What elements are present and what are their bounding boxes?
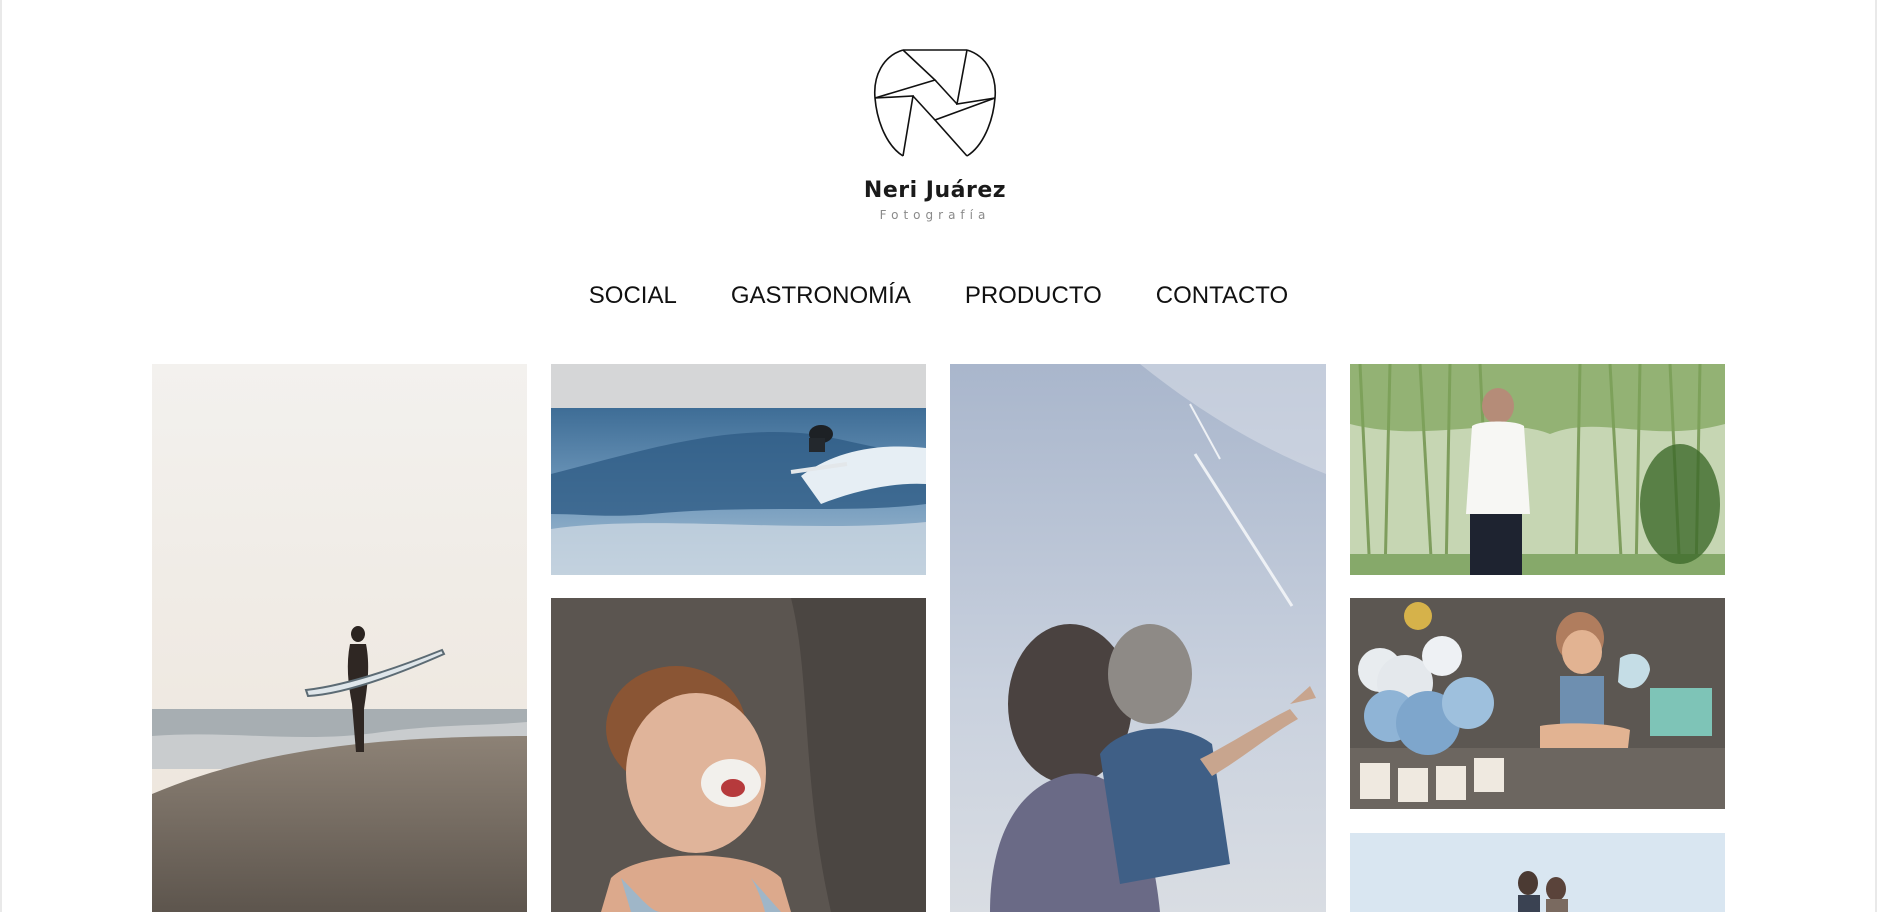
couple-outdoor-image <box>1350 833 1725 912</box>
photo-baby-balloons[interactable] <box>1350 598 1725 809</box>
mother-and-child-image <box>950 364 1326 912</box>
baby-with-balloons-image <box>1350 598 1725 809</box>
surfer-on-beach-image <box>152 364 527 912</box>
surfer-on-wave-image <box>551 364 926 575</box>
site-logo[interactable]: Neri Juárez Fotografía <box>860 42 1010 232</box>
main-nav: SOCIAL GASTRONOMÍA PRODUCTO CONTACTO <box>0 282 1877 310</box>
photo-couple-outdoor[interactable] <box>1350 833 1725 912</box>
photo-surfer-beach[interactable] <box>152 364 527 912</box>
nav-item-gastronomia[interactable]: GASTRONOMÍA <box>704 282 938 310</box>
brand-subtitle: Fotografía <box>879 208 991 222</box>
photo-surfer-wave[interactable] <box>551 364 926 575</box>
photo-boy-willow[interactable] <box>1350 364 1725 575</box>
aperture-logo-icon <box>873 49 997 157</box>
laughing-baby-image <box>551 598 926 912</box>
brand-name: Neri Juárez <box>863 178 1007 203</box>
nav-item-producto[interactable]: PRODUCTO <box>938 282 1129 310</box>
photo-mother-child[interactable] <box>950 364 1326 912</box>
nav-item-social[interactable]: SOCIAL <box>562 282 704 310</box>
photo-laughing-baby[interactable] <box>551 598 926 912</box>
page-edge-left <box>0 0 2 912</box>
nav-item-contacto[interactable]: CONTACTO <box>1129 282 1315 310</box>
boy-among-willow-trees-image <box>1350 364 1725 575</box>
